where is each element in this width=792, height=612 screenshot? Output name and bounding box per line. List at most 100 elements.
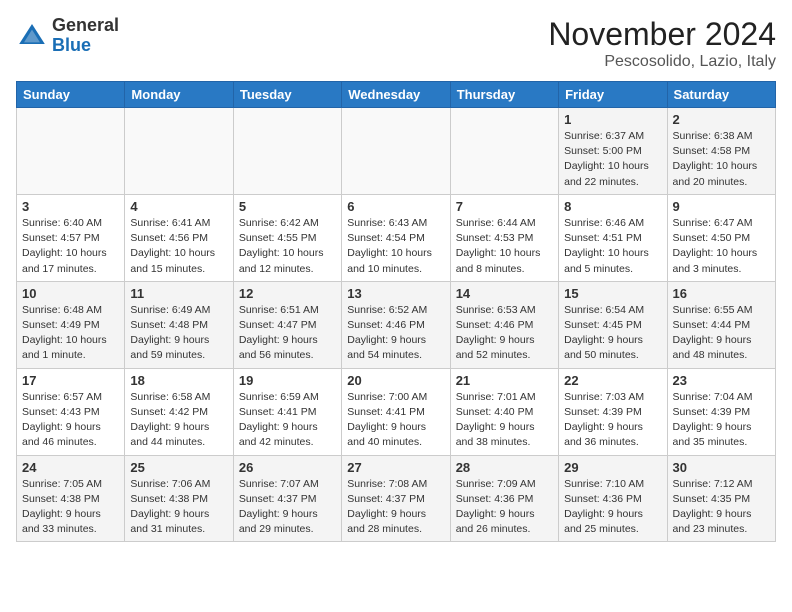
calendar-cell bbox=[17, 108, 125, 195]
day-info: Sunrise: 6:52 AMSunset: 4:46 PMDaylight:… bbox=[347, 303, 444, 364]
calendar-cell bbox=[233, 108, 341, 195]
calendar-cell: 23Sunrise: 7:04 AMSunset: 4:39 PMDayligh… bbox=[667, 368, 775, 455]
day-number: 13 bbox=[347, 286, 444, 301]
day-number: 20 bbox=[347, 373, 444, 388]
day-info: Sunrise: 6:48 AMSunset: 4:49 PMDaylight:… bbox=[22, 303, 119, 364]
calendar-table: SundayMondayTuesdayWednesdayThursdayFrid… bbox=[16, 81, 776, 542]
calendar-cell: 30 Sunrise: 7:12 AMSunset: 4:35 PMDayligh… bbox=[667, 455, 775, 542]
day-info: Sunrise: 7:12 AMSunset: 4:35 PMDaylight:… bbox=[673, 477, 770, 538]
calendar-cell: 9Sunrise: 6:47 AMSunset: 4:50 PMDaylight… bbox=[667, 194, 775, 281]
title-block: November 2024 Pescosolido, Lazio, Italy bbox=[548, 16, 776, 71]
calendar-cell bbox=[342, 108, 450, 195]
weekday-header-saturday: Saturday bbox=[667, 82, 775, 108]
day-info: Sunrise: 6:49 AMSunset: 4:48 PMDaylight:… bbox=[130, 303, 227, 364]
day-info: Sunrise: 7:06 AMSunset: 4:38 PMDaylight:… bbox=[130, 477, 227, 538]
calendar-cell: 15Sunrise: 6:54 AMSunset: 4:45 PMDayligh… bbox=[559, 281, 667, 368]
day-number: 25 bbox=[130, 460, 227, 475]
calendar-cell: 2 Sunrise: 6:38 AMSunset: 4:58 PMDaylight… bbox=[667, 108, 775, 195]
day-number: 6 bbox=[347, 199, 444, 214]
day-info: Sunrise: 6:37 AMSunset: 5:00 PMDaylight:… bbox=[564, 129, 661, 190]
calendar-cell: 3Sunrise: 6:40 AMSunset: 4:57 PMDaylight… bbox=[17, 194, 125, 281]
calendar-cell: 13 Sunrise: 6:52 AMSunset: 4:46 PMDayligh… bbox=[342, 281, 450, 368]
day-number: 19 bbox=[239, 373, 336, 388]
weekday-header-sunday: Sunday bbox=[17, 82, 125, 108]
calendar-cell: 24 Sunrise: 7:05 AMSunset: 4:38 PMDayligh… bbox=[17, 455, 125, 542]
weekday-header-tuesday: Tuesday bbox=[233, 82, 341, 108]
day-info: Sunrise: 7:03 AMSunset: 4:39 PMDaylight:… bbox=[564, 390, 661, 451]
page-header: General Blue November 2024 Pescosolido, … bbox=[16, 16, 776, 71]
calendar-cell: 29Sunrise: 7:10 AMSunset: 4:36 PMDayligh… bbox=[559, 455, 667, 542]
day-number: 16 bbox=[673, 286, 770, 301]
location: Pescosolido, Lazio, Italy bbox=[548, 53, 776, 71]
day-info: Sunrise: 6:51 AMSunset: 4:47 PMDaylight:… bbox=[239, 303, 336, 364]
calendar-cell: 22 Sunrise: 7:03 AMSunset: 4:39 PMDayligh… bbox=[559, 368, 667, 455]
calendar-cell: 17Sunrise: 6:57 AMSunset: 4:43 PMDayligh… bbox=[17, 368, 125, 455]
calendar-cell: 16Sunrise: 6:55 AMSunset: 4:44 PMDayligh… bbox=[667, 281, 775, 368]
calendar-cell bbox=[125, 108, 233, 195]
day-info: Sunrise: 6:46 AMSunset: 4:51 PMDaylight:… bbox=[564, 216, 661, 277]
weekday-header-friday: Friday bbox=[559, 82, 667, 108]
logo-blue: Blue bbox=[52, 35, 91, 55]
day-number: 30 bbox=[673, 460, 770, 475]
month-title: November 2024 bbox=[548, 16, 776, 53]
calendar-cell bbox=[450, 108, 558, 195]
day-info: Sunrise: 6:40 AMSunset: 4:57 PMDaylight:… bbox=[22, 216, 119, 277]
day-number: 24 bbox=[22, 460, 119, 475]
day-info: Sunrise: 6:38 AMSunset: 4:58 PMDaylight:… bbox=[673, 129, 770, 190]
day-info: Sunrise: 7:08 AMSunset: 4:37 PMDaylight:… bbox=[347, 477, 444, 538]
day-number: 17 bbox=[22, 373, 119, 388]
calendar-cell: 20Sunrise: 7:00 AMSunset: 4:41 PMDayligh… bbox=[342, 368, 450, 455]
calendar-cell: 25 Sunrise: 7:06 AMSunset: 4:38 PMDayligh… bbox=[125, 455, 233, 542]
logo-icon bbox=[16, 20, 48, 52]
day-info: Sunrise: 6:54 AMSunset: 4:45 PMDaylight:… bbox=[564, 303, 661, 364]
weekday-header-thursday: Thursday bbox=[450, 82, 558, 108]
day-info: Sunrise: 6:47 AMSunset: 4:50 PMDaylight:… bbox=[673, 216, 770, 277]
week-row-2: 10 Sunrise: 6:48 AMSunset: 4:49 PMDayligh… bbox=[17, 281, 776, 368]
day-info: Sunrise: 6:43 AMSunset: 4:54 PMDaylight:… bbox=[347, 216, 444, 277]
day-number: 26 bbox=[239, 460, 336, 475]
calendar-cell: 7 Sunrise: 6:44 AMSunset: 4:53 PMDaylight… bbox=[450, 194, 558, 281]
day-info: Sunrise: 6:59 AMSunset: 4:41 PMDaylight:… bbox=[239, 390, 336, 451]
week-row-3: 17Sunrise: 6:57 AMSunset: 4:43 PMDayligh… bbox=[17, 368, 776, 455]
day-info: Sunrise: 7:09 AMSunset: 4:36 PMDaylight:… bbox=[456, 477, 553, 538]
calendar-cell: 10 Sunrise: 6:48 AMSunset: 4:49 PMDayligh… bbox=[17, 281, 125, 368]
day-info: Sunrise: 7:05 AMSunset: 4:38 PMDaylight:… bbox=[22, 477, 119, 538]
day-number: 11 bbox=[130, 286, 227, 301]
weekday-header-monday: Monday bbox=[125, 82, 233, 108]
day-number: 1 bbox=[564, 112, 661, 127]
day-number: 18 bbox=[130, 373, 227, 388]
calendar-cell: 1 Sunrise: 6:37 AMSunset: 5:00 PMDaylight… bbox=[559, 108, 667, 195]
day-number: 22 bbox=[564, 373, 661, 388]
day-info: Sunrise: 7:01 AMSunset: 4:40 PMDaylight:… bbox=[456, 390, 553, 451]
day-number: 10 bbox=[22, 286, 119, 301]
day-info: Sunrise: 6:44 AMSunset: 4:53 PMDaylight:… bbox=[456, 216, 553, 277]
day-info: Sunrise: 6:42 AMSunset: 4:55 PMDaylight:… bbox=[239, 216, 336, 277]
calendar-cell: 26 Sunrise: 7:07 AMSunset: 4:37 PMDayligh… bbox=[233, 455, 341, 542]
calendar-cell: 14Sunrise: 6:53 AMSunset: 4:46 PMDayligh… bbox=[450, 281, 558, 368]
calendar-cell: 28Sunrise: 7:09 AMSunset: 4:36 PMDayligh… bbox=[450, 455, 558, 542]
weekday-header-wednesday: Wednesday bbox=[342, 82, 450, 108]
day-info: Sunrise: 6:58 AMSunset: 4:42 PMDaylight:… bbox=[130, 390, 227, 451]
day-number: 7 bbox=[456, 199, 553, 214]
calendar-cell: 4 Sunrise: 6:41 AMSunset: 4:56 PMDaylight… bbox=[125, 194, 233, 281]
calendar-cell: 11 Sunrise: 6:49 AMSunset: 4:48 PMDayligh… bbox=[125, 281, 233, 368]
day-info: Sunrise: 7:07 AMSunset: 4:37 PMDaylight:… bbox=[239, 477, 336, 538]
day-number: 2 bbox=[673, 112, 770, 127]
logo-general: General bbox=[52, 15, 119, 35]
day-info: Sunrise: 6:53 AMSunset: 4:46 PMDaylight:… bbox=[456, 303, 553, 364]
logo-text: General Blue bbox=[52, 16, 119, 56]
calendar-cell: 21 Sunrise: 7:01 AMSunset: 4:40 PMDayligh… bbox=[450, 368, 558, 455]
day-number: 21 bbox=[456, 373, 553, 388]
day-info: Sunrise: 7:04 AMSunset: 4:39 PMDaylight:… bbox=[673, 390, 770, 451]
day-number: 5 bbox=[239, 199, 336, 214]
day-number: 12 bbox=[239, 286, 336, 301]
week-row-0: 1 Sunrise: 6:37 AMSunset: 5:00 PMDaylight… bbox=[17, 108, 776, 195]
day-number: 4 bbox=[130, 199, 227, 214]
weekday-header-row: SundayMondayTuesdayWednesdayThursdayFrid… bbox=[17, 82, 776, 108]
calendar-cell: 27Sunrise: 7:08 AMSunset: 4:37 PMDayligh… bbox=[342, 455, 450, 542]
calendar-cell: 8 Sunrise: 6:46 AMSunset: 4:51 PMDaylight… bbox=[559, 194, 667, 281]
day-number: 8 bbox=[564, 199, 661, 214]
calendar-cell: 6 Sunrise: 6:43 AMSunset: 4:54 PMDaylight… bbox=[342, 194, 450, 281]
day-info: Sunrise: 6:41 AMSunset: 4:56 PMDaylight:… bbox=[130, 216, 227, 277]
calendar-cell: 5 Sunrise: 6:42 AMSunset: 4:55 PMDaylight… bbox=[233, 194, 341, 281]
